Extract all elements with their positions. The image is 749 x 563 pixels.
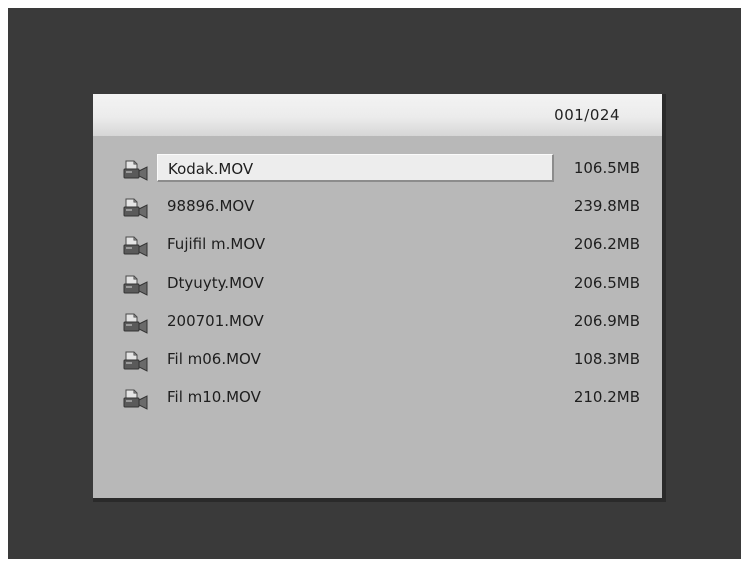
file-size: 210.2MB: [573, 388, 640, 407]
file-name: Kodak.MOV: [168, 160, 254, 178]
file-name-box: Fil m06.MOV: [157, 345, 554, 373]
file-size: 206.2MB: [573, 235, 640, 254]
file-row-7[interactable]: Fil m10.MOV 210.2MB: [93, 383, 662, 421]
video-file-icon: [123, 350, 149, 372]
file-counter: 001/024: [554, 106, 620, 124]
file-browser-panel: 001/024 Kodak.MOV 106.5MB 98896.MOV 239.…: [93, 94, 666, 502]
file-name: Fujifil m.MOV: [167, 235, 266, 254]
file-size: 106.5MB: [573, 159, 640, 177]
device-screen: 001/024 Kodak.MOV 106.5MB 98896.MOV 239.…: [8, 8, 741, 559]
file-list: Kodak.MOV 106.5MB 98896.MOV 239.8MB Fuji…: [93, 154, 662, 421]
file-name-box: 200701.MOV: [157, 307, 554, 335]
file-name: Fil m10.MOV: [167, 388, 261, 407]
panel-header: 001/024: [93, 94, 662, 136]
file-row-6[interactable]: Fil m06.MOV 108.3MB: [93, 345, 662, 383]
file-row-3[interactable]: Fujifil m.MOV 206.2MB: [93, 230, 662, 268]
video-file-icon: [123, 312, 149, 334]
file-name: 98896.MOV: [167, 197, 255, 216]
file-size: 239.8MB: [573, 197, 640, 216]
video-file-icon: [123, 197, 149, 219]
file-size: 206.5MB: [573, 273, 640, 292]
file-name: 200701.MOV: [167, 311, 264, 330]
file-name-box: Fujifil m.MOV: [157, 230, 554, 258]
file-name-box: Kodak.MOV: [157, 154, 554, 182]
file-name: Fil m06.MOV: [167, 349, 261, 368]
file-size: 108.3MB: [573, 349, 640, 368]
video-file-icon: [123, 235, 149, 258]
video-file-icon: [123, 159, 149, 181]
file-name-box: 98896.MOV: [157, 192, 554, 220]
file-row-1[interactable]: Kodak.MOV 106.5MB: [93, 154, 662, 192]
file-size: 206.9MB: [573, 311, 640, 330]
file-row-5[interactable]: 200701.MOV 206.9MB: [93, 307, 662, 345]
file-row-4[interactable]: Dtyuyty.MOV 206.5MB: [93, 269, 662, 307]
video-file-icon: [123, 274, 149, 296]
video-file-icon: [123, 388, 149, 410]
file-name: Dtyuyty.MOV: [167, 273, 264, 292]
file-row-2[interactable]: 98896.MOV 239.8MB: [93, 192, 662, 230]
file-name-box: Dtyuyty.MOV: [157, 269, 554, 297]
file-name-box: Fil m10.MOV: [157, 383, 554, 411]
